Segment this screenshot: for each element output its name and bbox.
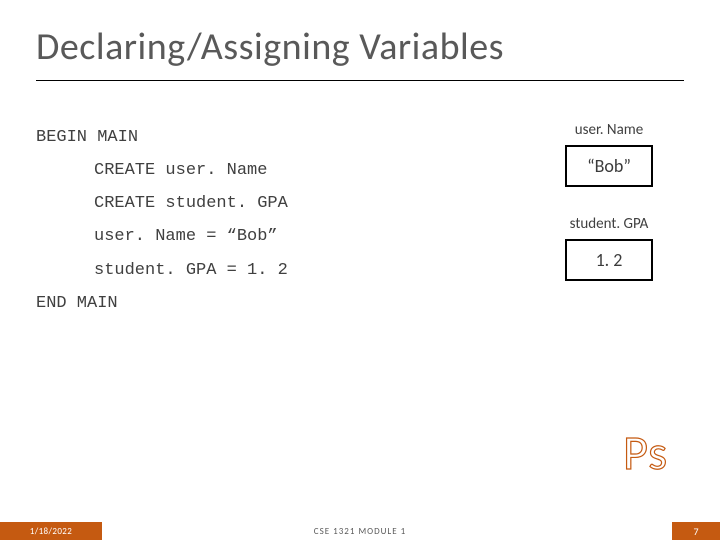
ps-badge: Ps [623, 423, 668, 482]
footer-module: CSE 1321 MODULE 1 [0, 526, 720, 537]
slide: Declaring/Assigning Variables BEGIN MAIN… [0, 0, 720, 540]
code-line: user. Name = “Bob” [36, 220, 484, 253]
code-line: CREATE user. Name [36, 154, 484, 187]
variable-box-studentgpa: 1. 2 [565, 239, 653, 281]
footer-page-number: 7 [672, 522, 720, 540]
variable-box-username: “Bob” [565, 145, 653, 187]
content-area: BEGIN MAIN CREATE user. Name CREATE stud… [36, 121, 684, 320]
variable-label-username: user. Name [575, 121, 643, 139]
pseudocode-block: BEGIN MAIN CREATE user. Name CREATE stud… [36, 121, 484, 320]
slide-title: Declaring/Assigning Variables [36, 24, 684, 70]
footer: 1/18/2022 CSE 1321 MODULE 1 7 [0, 522, 720, 540]
code-line: BEGIN MAIN [36, 128, 138, 147]
code-line: student. GPA = 1. 2 [36, 254, 484, 287]
title-divider [36, 80, 684, 81]
code-line: END MAIN [36, 294, 118, 313]
variable-label-studentgpa: student. GPA [570, 215, 649, 233]
code-line: CREATE student. GPA [36, 187, 484, 220]
variable-diagram: user. Name “Bob” student. GPA 1. 2 [534, 121, 684, 320]
